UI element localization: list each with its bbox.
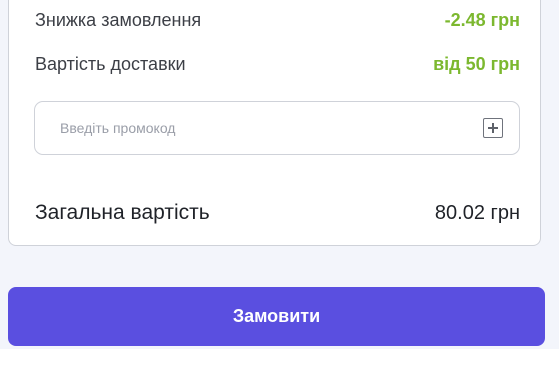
discount-row: Знижка замовлення -2.48 грн xyxy=(35,10,520,31)
total-label: Загальна вартість xyxy=(35,201,210,224)
discount-value: -2.48 грн xyxy=(444,10,520,30)
plus-square-icon[interactable] xyxy=(483,118,503,138)
discount-label: Знижка замовлення xyxy=(35,10,202,30)
order-summary-card: Знижка замовлення -2.48 грн Вартість дос… xyxy=(8,0,541,246)
total-row: Загальна вартість 80.02 грн xyxy=(35,201,520,225)
delivery-row: Вартість доставки від 50 грн xyxy=(35,54,520,75)
promo-code-field[interactable] xyxy=(34,101,520,155)
delivery-label: Вартість доставки xyxy=(35,54,186,74)
total-value: 80.02 грн xyxy=(434,201,520,224)
promo-code-input[interactable] xyxy=(60,120,483,136)
bottom-strip xyxy=(0,349,559,367)
delivery-value: від 50 грн xyxy=(433,54,520,74)
order-button[interactable]: Замовити xyxy=(8,287,545,346)
